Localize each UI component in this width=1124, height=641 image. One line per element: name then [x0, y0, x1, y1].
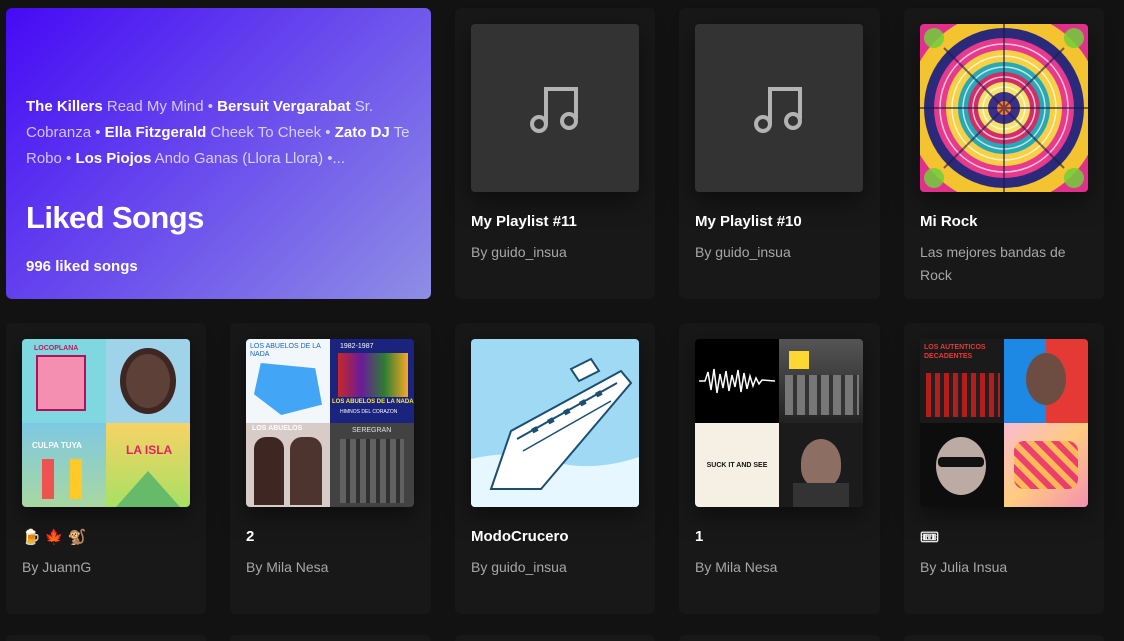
album-art-label: 1982-1987 [340, 343, 374, 350]
playlist-title[interactable]: Mi Rock [920, 213, 1090, 230]
playlist-card-partial[interactable] [679, 635, 880, 641]
playlist-title[interactable]: My Playlist #10 [695, 213, 865, 230]
preview-song: Read My Mind [106, 98, 204, 115]
playlist-title[interactable]: 1 [695, 528, 865, 545]
album-art-label: LA ISLA [126, 443, 173, 457]
album-art [779, 423, 863, 507]
preview-artist: Bersuit Vergarabat [217, 98, 351, 115]
album-art: 1982-1987 LOS ABUELOS DE LA NADA HIMNOS … [330, 339, 414, 423]
album-art-label: HIMNOS DEL CORAZON [340, 409, 398, 415]
playlist-cover [695, 24, 863, 192]
playlist-card-partial[interactable] [455, 635, 655, 641]
album-art-label: SUCK IT AND SEE [706, 461, 768, 469]
album-art [106, 339, 190, 423]
playlist-card-1[interactable]: SUCK IT AND SEE 1 By Mila Nesa [679, 323, 880, 614]
album-art [920, 423, 1004, 507]
album-art-label: LOS ABUELOS DE LA NADA [332, 399, 414, 405]
playlist-card-mi-rock[interactable]: Mi Rock Las mejores bandas de Rock [904, 8, 1104, 299]
preview-artist: Los Piojos [75, 150, 152, 167]
playlist-cover-mosaic: SUCK IT AND SEE [695, 339, 863, 507]
playlist-title[interactable]: My Playlist #11 [471, 213, 641, 230]
playlist-subtitle: By JuannG [22, 559, 92, 575]
album-art: SUCK IT AND SEE [695, 423, 779, 507]
album-art-label: LOCOPLANA [34, 345, 79, 352]
playlist-card-julia[interactable]: LOS AUTENTICOS DECADENTES 🎟 By Julia Ins… [904, 323, 1104, 614]
preview-song: Cheek To Cheek [210, 124, 322, 141]
album-art-label: LOS ABUELOS DE LA NADA [250, 343, 321, 358]
album-art-label: CULPA TUYA [32, 441, 82, 450]
playlist-subtitle: By guido_insua [695, 244, 791, 260]
album-art: LA ISLA [106, 423, 190, 507]
playlist-card-my-playlist-10[interactable]: My Playlist #10 By guido_insua [679, 8, 880, 299]
playlist-card-2[interactable]: LOS ABUELOS DE LA NADA 1982-1987 LOS ABU… [230, 323, 431, 614]
playlist-cover-mosaic: LOCOPLANA CULPA TUYA LA ISLA [22, 339, 190, 507]
playlist-card-my-playlist-11[interactable]: My Playlist #11 By guido_insua [455, 8, 655, 299]
playlist-subtitle: By guido_insua [471, 244, 567, 260]
preview-artist: The Killers [26, 98, 103, 115]
album-art: LOS ABUELOS DE LA NADA [246, 339, 330, 423]
album-art: LOS ABUELOS [246, 423, 330, 507]
album-art [779, 339, 863, 423]
liked-songs-card[interactable]: The Killers Read My Mind • Bersuit Verga… [6, 8, 431, 299]
album-art: CULPA TUYA [22, 423, 106, 507]
album-art: SEREGRAN [330, 423, 414, 507]
album-art: LOS AUTENTICOS DECADENTES [920, 339, 1004, 423]
preview-artist: Zato DJ [334, 124, 390, 141]
album-art: LOCOPLANA [22, 339, 106, 423]
preview-artist: Ella Fitzgerald [104, 124, 207, 141]
playlist-title[interactable]: 2 [246, 528, 416, 545]
album-art-label: LOS ABUELOS [252, 425, 303, 432]
playlist-title[interactable]: 🎟 [920, 528, 1090, 546]
album-art [1004, 423, 1088, 507]
album-art [695, 339, 779, 423]
playlist-title[interactable]: ModoCrucero [471, 528, 641, 545]
music-note-icon [530, 87, 578, 133]
preview-song: Ando Ganas (Llora Llora) [154, 150, 324, 167]
playlist-cover-mosaic: LOS ABUELOS DE LA NADA 1982-1987 LOS ABU… [246, 339, 414, 507]
playlist-card-partial[interactable] [230, 635, 431, 641]
playlist-card-partial[interactable] [6, 635, 206, 641]
playlist-subtitle: Las mejores bandas de Rock [920, 244, 1066, 283]
playlist-cover [471, 24, 639, 192]
playlist-title[interactable]: 🍺 🍁 🐒 [22, 528, 192, 546]
playlist-cover-mosaic: LOS AUTENTICOS DECADENTES [920, 339, 1088, 507]
album-art-label: SEREGRAN [352, 427, 392, 434]
playlist-subtitle: By Mila Nesa [246, 559, 329, 575]
music-note-icon [754, 87, 802, 133]
playlist-subtitle: By Julia Insua [920, 559, 1008, 575]
playlist-subtitle: By guido_insua [471, 559, 567, 575]
playlist-card-juanng[interactable]: LOCOPLANA CULPA TUYA LA ISLA 🍺 🍁 🐒 By Ju… [6, 323, 206, 614]
playlist-cover-cruise [471, 339, 639, 507]
album-art [1004, 339, 1088, 423]
playlist-card-modocrucero[interactable]: ModoCrucero By guido_insua [455, 323, 655, 614]
mandala-art [920, 24, 1088, 192]
playlist-cover-mandala [920, 24, 1088, 192]
liked-songs-count: 996 liked songs [26, 258, 138, 275]
cruise-ship-art [471, 339, 639, 507]
playlist-subtitle: By Mila Nesa [695, 559, 778, 575]
liked-songs-title: Liked Songs [26, 200, 204, 235]
album-art-label: LOS AUTENTICOS DECADENTES [924, 344, 986, 360]
liked-songs-preview: The Killers Read My Mind • Bersuit Verga… [26, 98, 410, 167]
playlist-card-partial[interactable] [904, 635, 1104, 641]
